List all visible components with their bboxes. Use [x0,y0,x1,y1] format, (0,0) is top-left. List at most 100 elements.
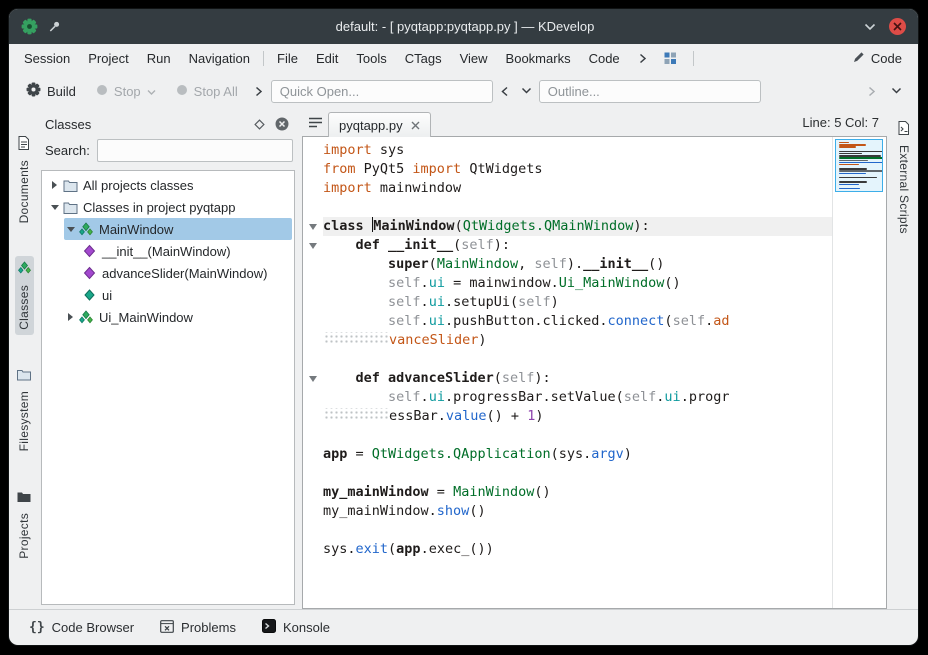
code-line[interactable]: import mainwindow [303,179,832,198]
menu-item-file[interactable]: File [268,44,307,73]
build-button[interactable]: Build [17,78,85,104]
tree-expander-icon[interactable] [64,223,77,235]
menu-item-navigation[interactable]: Navigation [180,44,259,73]
sidebar-tab-projects[interactable]: Projects [15,485,33,564]
tree-item[interactable]: MainWindow [64,218,292,240]
code-line[interactable]: self.ui.setupUi(self) [303,293,832,312]
menu-item-view[interactable]: View [451,44,497,73]
minimap[interactable] [832,137,886,608]
tree-expander-icon[interactable] [64,311,77,323]
menu-item-project[interactable]: Project [79,44,137,73]
tree-item[interactable]: Classes in project pyqtapp [48,196,292,218]
code-token: QtWidgets [461,161,542,177]
fold-marker[interactable] [303,217,323,236]
window-layout-grid-icon[interactable] [661,48,681,70]
sidebar-tab-documents[interactable]: Documents [15,131,33,228]
code-line[interactable]: essBar.value() + 1) [303,407,832,426]
code-area[interactable]: import sysfrom PyQt5 import QtWidgetsimp… [303,137,832,608]
code-line[interactable]: import sys [303,141,832,160]
code-line[interactable]: class MainWindow(QtWidgets.QMainWindow): [303,217,832,236]
code-line[interactable]: from PyQt5 import QtWidgets [303,160,832,179]
code-token [323,294,388,310]
code-line[interactable]: def __init__(self): [303,236,832,255]
tab-close-icon[interactable] [411,118,420,133]
toolbar-overflow-chevron-icon[interactable] [249,80,269,102]
code-line[interactable] [303,426,832,445]
sidebar-tab-classes[interactable]: Classes [15,256,34,335]
code-line[interactable] [303,464,832,483]
pin-icon[interactable] [48,20,61,33]
code-line[interactable] [303,521,832,540]
code-line[interactable]: sys.exit(app.exec_()) [303,540,832,559]
sidebar-tab-filesystem[interactable]: Filesystem [15,363,33,456]
folder-icon [61,201,79,214]
fold-arrow-icon[interactable] [309,376,317,382]
close-panel-icon[interactable] [272,115,291,134]
classes-search-input[interactable] [97,139,293,162]
menu-item-session[interactable]: Session [15,44,79,73]
code-line[interactable]: self.ui.progressBar.setValue(self.ui.pro… [303,388,832,407]
tree-item[interactable]: advanceSlider(MainWindow) [80,262,292,284]
tree-expander-icon[interactable] [48,179,61,191]
tree-item[interactable]: ui [80,284,292,306]
close-button[interactable] [889,18,906,35]
code-line[interactable]: self.ui.pushButton.clicked.connect(self.… [303,312,832,331]
quick-open-input[interactable] [271,80,493,103]
code-line[interactable]: self.ui = mainwindow.Ui_MainWindow() [303,274,832,293]
tree-item[interactable]: Ui_MainWindow [64,306,292,328]
documents-icon [18,136,30,155]
code-browser-button[interactable]: {} Code Browser [21,616,142,639]
code-line[interactable]: super(MainWindow, self).__init__() [303,255,832,274]
minimap-viewport[interactable] [835,139,883,192]
code-line[interactable] [303,350,832,369]
code-token: . [421,275,429,291]
fold-arrow-icon[interactable] [309,243,317,249]
menu-item-ctags[interactable]: CTags [396,44,451,73]
code-token: import [323,180,372,196]
menubar-overflow-chevron-icon[interactable] [633,48,653,70]
editor-tab-pyqtapp[interactable]: pyqtapp.py [328,112,431,137]
stop-all-button[interactable]: Stop All [167,80,247,103]
code-token: .exec_()) [421,541,494,557]
fold-marker[interactable] [303,236,323,255]
code-token: self [388,275,421,291]
code-token: ). [567,256,583,272]
stop-button[interactable]: Stop [87,80,165,103]
menu-item-tools[interactable]: Tools [347,44,395,73]
konsole-button[interactable]: Konsole [254,615,338,640]
code-line[interactable]: def advanceSlider(self): [303,369,832,388]
tree-item[interactable]: All projects classes [48,174,292,196]
code-line[interactable]: my_mainWindow.show() [303,502,832,521]
nav-back-chevron-left-icon[interactable] [495,80,515,102]
float-dock-icon[interactable] [250,115,269,134]
sidebar-tab-external-scripts[interactable]: External Scripts [895,117,913,238]
gutter-cell [303,426,323,445]
class-tree[interactable]: All projects classesClasses in project p… [41,170,295,605]
outline-input[interactable] [539,80,761,103]
toolbar-chevron-down-icon[interactable] [886,80,906,102]
code-line[interactable] [303,198,832,217]
code-token: () [469,503,485,519]
menu-item-code[interactable]: Code [580,44,629,73]
problems-button[interactable]: Problems [152,616,244,640]
tree-expander-icon[interactable] [48,201,61,213]
titlebar-chevron-down-icon[interactable] [859,16,881,38]
menu-item-edit[interactable]: Edit [307,44,347,73]
menu-item-run[interactable]: Run [138,44,180,73]
code-token: ( [494,370,502,386]
code-line[interactable]: my_mainWindow = MainWindow() [303,483,832,502]
nav-forward-chevron-right-icon[interactable] [862,80,882,102]
code-menu-button[interactable]: Code [842,51,912,67]
fold-marker[interactable] [303,369,323,388]
gutter-cell [303,312,323,331]
menu-item-bookmarks[interactable]: Bookmarks [497,44,580,73]
code-token: self [534,256,567,272]
code-line[interactable]: app = QtWidgets.QApplication(sys.argv) [303,445,832,464]
code-line[interactable]: vanceSlider) [303,331,832,350]
document-list-icon[interactable] [302,111,328,135]
line-col-indicator: Line: 5 Col: 7 [802,115,887,130]
fold-arrow-icon[interactable] [309,224,317,230]
code-line-text: def advanceSlider(self): [323,369,832,388]
nav-chevron-down-icon[interactable] [517,80,537,102]
tree-item[interactable]: __init__(MainWindow) [80,240,292,262]
